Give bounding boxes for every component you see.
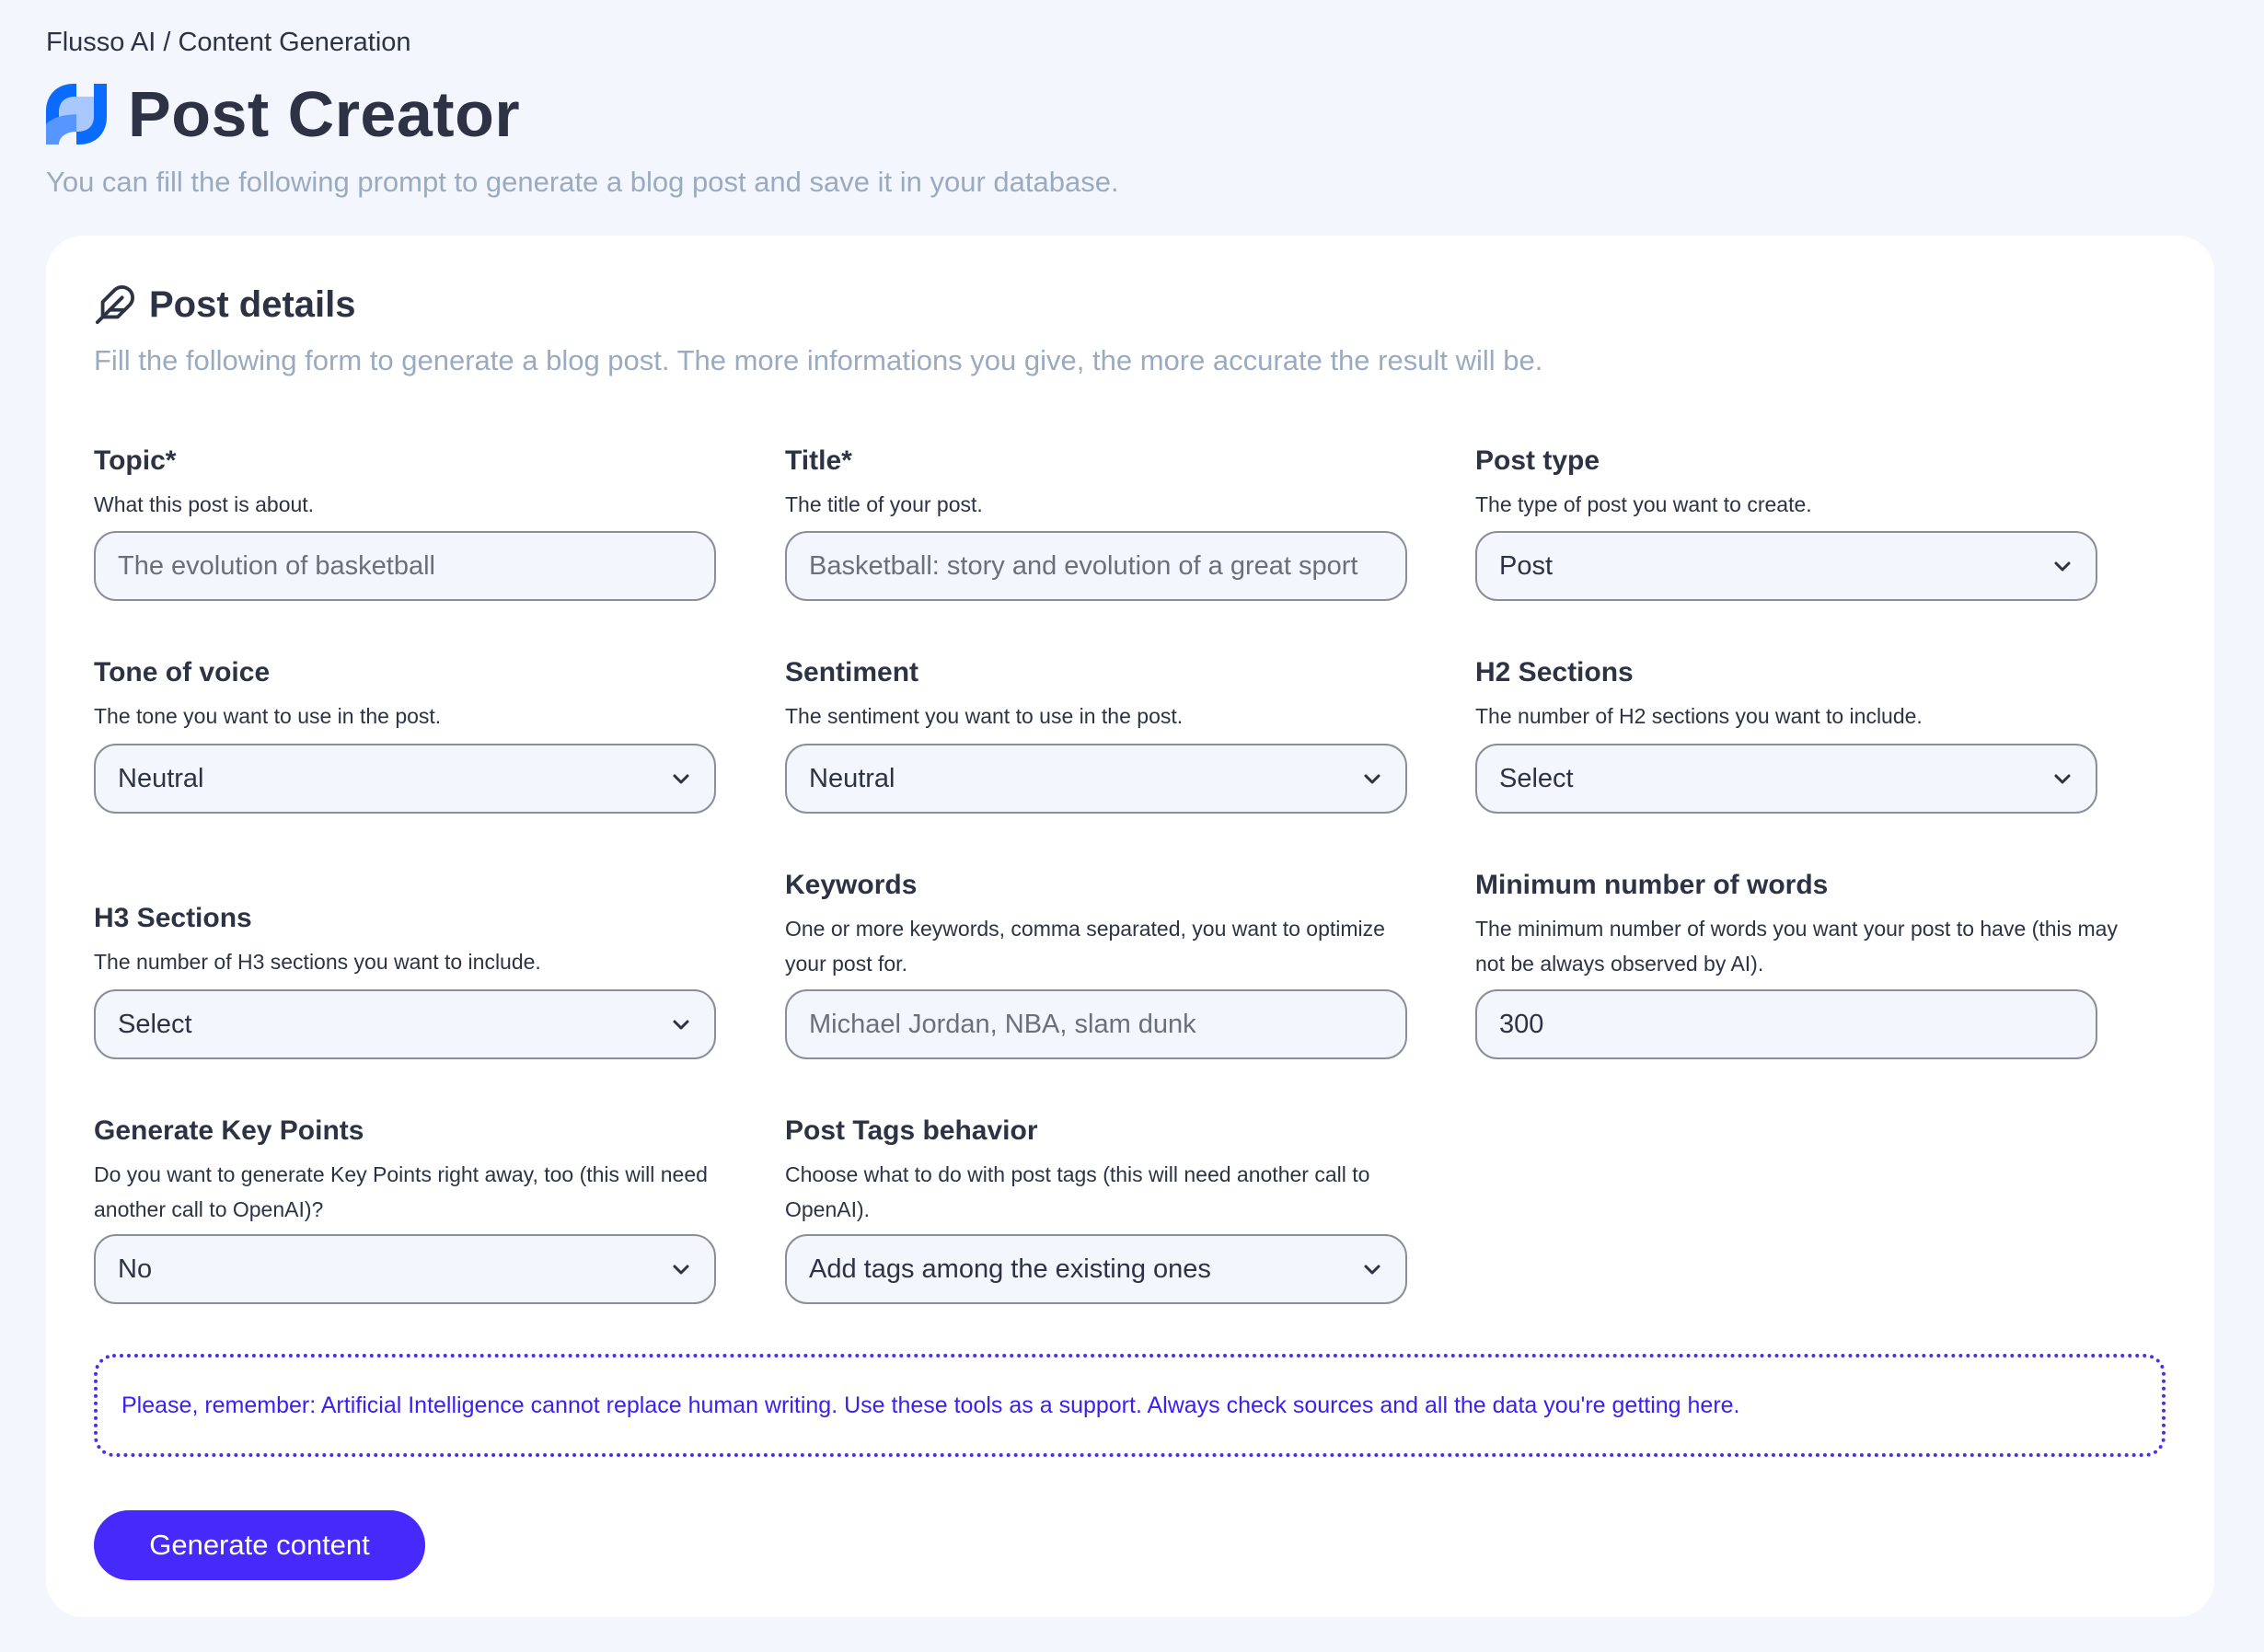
key-points-value: No xyxy=(118,1253,153,1284)
post-tags-label: Post Tags behavior xyxy=(785,1115,1038,1146)
section-title: Post details xyxy=(149,283,356,325)
post-tags-field: Post Tags behavior Choose what to do wit… xyxy=(785,1113,1429,1304)
breadcrumb: Flusso AI / Content Generation xyxy=(46,28,411,57)
sentiment-field: Sentiment The sentiment you want to use … xyxy=(785,654,1429,814)
post-details-card: Post details Fill the following form to … xyxy=(46,236,2214,1617)
h3-sections-select[interactable]: Select xyxy=(94,989,716,1059)
post-type-value: Post xyxy=(1499,550,1554,581)
section-header: Post details xyxy=(94,283,356,326)
min-words-label: Minimum number of words xyxy=(1475,870,1829,900)
topic-input[interactable]: The evolution of basketball xyxy=(94,531,716,601)
section-description: Fill the following form to generate a bl… xyxy=(94,344,1543,376)
key-points-field: Generate Key Points Do you want to gener… xyxy=(94,1113,738,1304)
keywords-input[interactable]: Michael Jordan, NBA, slam dunk xyxy=(785,989,1407,1059)
topic-placeholder: The evolution of basketball xyxy=(118,550,435,581)
generate-content-button[interactable]: Generate content xyxy=(94,1510,425,1580)
feather-icon xyxy=(95,285,134,325)
post-type-help: The type of post you want to create. xyxy=(1475,492,1812,516)
chevron-down-icon xyxy=(2054,774,2071,784)
tone-value: Neutral xyxy=(118,763,204,793)
h2-sections-value: Select xyxy=(1499,763,1574,793)
title-field: Title* The title of your post. Basketbal… xyxy=(785,443,1429,601)
sentiment-label: Sentiment xyxy=(785,657,919,687)
sentiment-value: Neutral xyxy=(809,763,895,793)
post-type-label: Post type xyxy=(1475,445,1600,476)
page-subtitle: You can fill the following prompt to gen… xyxy=(46,166,1119,198)
min-words-field: Minimum number of words The minimum numb… xyxy=(1475,867,2120,1059)
h3-sections-help: The number of H3 sections you want to in… xyxy=(94,950,541,974)
chevron-down-icon xyxy=(1364,1265,1380,1275)
keywords-help: One or more keywords, comma separated, y… xyxy=(785,917,1385,976)
h2-sections-label: H2 Sections xyxy=(1475,657,1634,687)
ai-disclaimer-notice: Please, remember: Artificial Intelligenc… xyxy=(94,1354,2166,1457)
min-words-help: The minimum number of words you want you… xyxy=(1475,917,2118,976)
h3-sections-label: H3 Sections xyxy=(94,903,252,933)
min-words-input[interactable]: 300 xyxy=(1475,989,2097,1059)
h2-sections-select[interactable]: Select xyxy=(1475,744,2097,814)
post-tags-help: Choose what to do with post tags (this w… xyxy=(785,1162,1370,1221)
page-title: Post Creator xyxy=(128,78,521,150)
page-header: Post Creator xyxy=(46,77,520,151)
h2-sections-field: H2 Sections The number of H2 sections yo… xyxy=(1475,654,2120,814)
chevron-down-icon xyxy=(2054,561,2071,572)
title-placeholder: Basketball: story and evolution of a gre… xyxy=(809,550,1358,581)
sentiment-select[interactable]: Neutral xyxy=(785,744,1407,814)
keywords-field: Keywords One or more keywords, comma sep… xyxy=(785,867,1429,1059)
title-label: Title* xyxy=(785,445,852,476)
post-type-field: Post type The type of post you want to c… xyxy=(1475,443,2120,601)
chevron-down-icon xyxy=(673,774,689,784)
h3-sections-field: H3 Sections The number of H3 sections yo… xyxy=(94,900,738,1059)
tone-select[interactable]: Neutral xyxy=(94,744,716,814)
chevron-down-icon xyxy=(673,1020,689,1030)
key-points-help: Do you want to generate Key Points right… xyxy=(94,1162,708,1221)
tone-field: Tone of voice The tone you want to use i… xyxy=(94,654,738,814)
tone-help: The tone you want to use in the post. xyxy=(94,704,442,728)
flusso-logo-icon xyxy=(46,84,107,144)
keywords-label: Keywords xyxy=(785,870,918,900)
post-tags-value: Add tags among the existing ones xyxy=(809,1253,1211,1284)
topic-help: What this post is about. xyxy=(94,492,315,516)
h3-sections-value: Select xyxy=(118,1009,192,1039)
chevron-down-icon xyxy=(1364,774,1380,784)
tone-label: Tone of voice xyxy=(94,657,271,687)
topic-field: Topic* What this post is about. The evol… xyxy=(94,443,738,601)
topic-label: Topic* xyxy=(94,445,177,476)
post-tags-select[interactable]: Add tags among the existing ones xyxy=(785,1234,1407,1304)
title-input[interactable]: Basketball: story and evolution of a gre… xyxy=(785,531,1407,601)
post-type-select[interactable]: Post xyxy=(1475,531,2097,601)
h2-sections-help: The number of H2 sections you want to in… xyxy=(1475,704,1923,728)
chevron-down-icon xyxy=(673,1265,689,1275)
key-points-select[interactable]: No xyxy=(94,1234,716,1304)
sentiment-help: The sentiment you want to use in the pos… xyxy=(785,704,1184,728)
min-words-value: 300 xyxy=(1499,1009,1544,1039)
key-points-label: Generate Key Points xyxy=(94,1115,364,1146)
keywords-placeholder: Michael Jordan, NBA, slam dunk xyxy=(809,1009,1196,1039)
title-help: The title of your post. xyxy=(785,492,983,516)
